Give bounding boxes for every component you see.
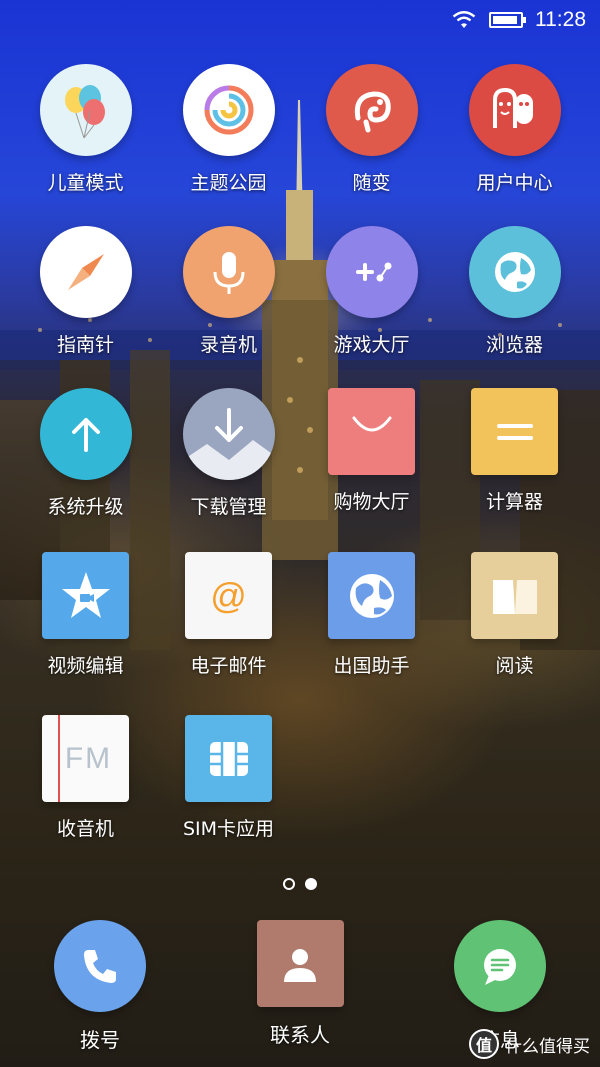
open-book-icon	[471, 552, 558, 639]
app-recorder[interactable]: 录音机	[157, 226, 300, 357]
world-globe-icon	[328, 552, 415, 639]
page-dot-active[interactable]	[305, 878, 317, 890]
app-label: 主题公园	[190, 172, 267, 194]
app-calculator[interactable]: 计算器	[443, 388, 586, 514]
balloons-icon	[39, 64, 132, 156]
app-label: 计算器	[485, 491, 543, 513]
fm-text: FM	[64, 741, 113, 775]
status-bar: 11:28	[0, 0, 600, 40]
message-bubble-icon	[454, 920, 546, 1012]
shopping-bag-icon	[328, 388, 415, 475]
watermark-logo: 值	[469, 1029, 499, 1059]
app-compass[interactable]: 指南针	[14, 226, 157, 357]
app-kids-mode[interactable]: 儿童模式	[14, 64, 157, 195]
app-label: 联系人	[270, 1023, 330, 1047]
chameleon-icon	[325, 64, 418, 156]
app-label: 拨号	[80, 1028, 120, 1052]
sim-card-icon	[185, 715, 272, 802]
app-email[interactable]: @ 电子邮件	[157, 552, 300, 678]
page-indicator[interactable]	[0, 878, 600, 890]
watermark: 值 什么值得买	[469, 1029, 590, 1059]
dock-contacts[interactable]: 联系人	[210, 920, 390, 1048]
app-label: 下载管理	[190, 496, 267, 518]
email-icon: @	[185, 552, 272, 639]
compass-icon	[39, 226, 132, 318]
dock-phone[interactable]: 拨号	[10, 920, 190, 1053]
app-system-update[interactable]: 系统升级	[14, 388, 157, 519]
app-label: 用户中心	[476, 172, 553, 194]
status-time: 11:28	[535, 8, 586, 31]
phone-icon	[54, 920, 146, 1012]
arrow-down-icon	[182, 388, 275, 480]
app-label: SIM卡应用	[182, 818, 275, 840]
app-label: 游戏大厅	[333, 334, 410, 356]
app-label: 指南针	[56, 334, 114, 356]
app-travel-assistant[interactable]: 出国助手	[300, 552, 443, 678]
app-reading[interactable]: 阅读	[443, 552, 586, 678]
watermark-text: 什么值得买	[505, 1036, 590, 1057]
app-label: 出国助手	[333, 655, 410, 677]
star-camera-icon	[42, 552, 129, 639]
app-video-editor[interactable]: 视频编辑	[14, 552, 157, 678]
microphone-icon	[182, 226, 275, 318]
app-sim-toolkit[interactable]: SIM卡应用	[157, 715, 300, 841]
contacts-icon	[256, 920, 344, 1007]
app-label: 随变	[352, 172, 391, 194]
swirl-icon	[182, 64, 275, 156]
app-suibian[interactable]: 随变	[300, 64, 443, 195]
app-label: 电子邮件	[190, 655, 267, 677]
globe-icon	[468, 226, 561, 318]
app-radio[interactable]: FM 收音机	[14, 715, 157, 841]
app-theme-park[interactable]: 主题公园	[157, 64, 300, 195]
wifi-icon	[452, 11, 476, 28]
at-sign: @	[210, 574, 247, 616]
app-label: 系统升级	[47, 496, 124, 518]
arrow-up-icon	[39, 388, 132, 480]
battery-icon	[489, 12, 526, 28]
app-user-center[interactable]: 用户中心	[443, 64, 586, 195]
app-label: 儿童模式	[47, 172, 124, 194]
page-dot[interactable]	[283, 878, 295, 890]
app-download-manager[interactable]: 下载管理	[157, 388, 300, 519]
app-label: 收音机	[56, 818, 114, 840]
equals-icon	[471, 388, 558, 475]
radio-fm-icon: FM	[42, 715, 129, 802]
app-shopping-hall[interactable]: 购物大厅	[300, 388, 443, 514]
app-label: 购物大厅	[333, 491, 410, 513]
user-faces-icon	[468, 64, 561, 156]
gamepad-icon	[325, 226, 418, 318]
app-game-hall[interactable]: 游戏大厅	[300, 226, 443, 357]
app-label: 浏览器	[485, 334, 543, 356]
app-label: 视频编辑	[47, 655, 124, 677]
app-label: 阅读	[495, 655, 534, 677]
app-label: 录音机	[199, 334, 257, 356]
app-browser[interactable]: 浏览器	[443, 226, 586, 357]
